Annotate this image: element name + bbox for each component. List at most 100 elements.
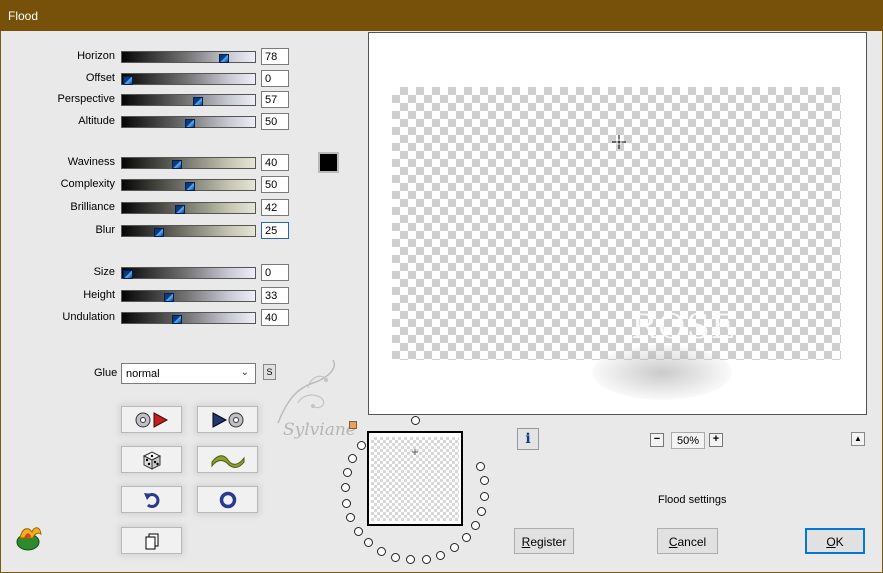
slider-label-blur: Blur [95,224,115,236]
minus-icon: − [653,433,661,445]
dial-dot[interactable] [477,506,487,516]
window-title: Flood [8,9,39,23]
slider-thumb-offset[interactable] [123,76,133,85]
slider-row-horizon: Horizon 78 [0,48,300,66]
slider-row-brilliance: Brilliance 42 [0,199,300,217]
navigator-handle[interactable] [349,421,357,429]
load-preset-button[interactable] [121,406,182,433]
slider-thumb-size[interactable] [123,270,133,279]
slider-thumb-waviness[interactable] [172,160,182,169]
slider-value-perspective[interactable]: 57 [261,91,289,108]
slider-label-undulation: Undulation [62,311,115,323]
randomize-button[interactable] [121,446,182,473]
register-button[interactable]: Register [514,528,574,554]
decorative-swirl-icon [277,359,335,424]
thumbnail-crosshair-icon [412,449,418,455]
slider-track-complexity[interactable] [121,179,256,191]
chevron-up-icon: ▲ [854,434,862,443]
slider-label-perspective: Perspective [57,93,115,105]
slider-thumb-altitude[interactable] [185,119,195,128]
dial-dot[interactable] [376,546,386,556]
color-swatch[interactable] [318,152,339,173]
cancel-button[interactable]: Cancel [657,528,718,554]
slider-row-blur: Blur 25 [0,222,300,240]
slider-thumb-blur[interactable] [154,228,164,237]
dial-dot[interactable] [461,533,471,543]
dial-dot[interactable] [353,526,363,536]
slider-row-size: Size 0 [0,264,300,282]
glue-select[interactable]: normal ⌄ [121,363,256,384]
dial-dot[interactable] [436,550,446,560]
dial-dot[interactable] [341,498,351,508]
dial-dot[interactable] [476,461,486,471]
slider-track-undulation[interactable] [121,312,256,324]
navigator-thumbnail[interactable] [367,431,463,526]
slider-value-size[interactable]: 0 [261,264,289,281]
zoom-in-button[interactable]: + [709,433,723,447]
slider-label-complexity: Complexity [60,178,115,190]
preview-watermark: ROSE [631,307,737,347]
slider-value-undulation[interactable]: 40 [261,309,289,326]
dial-dot[interactable] [364,538,374,548]
dial-dot[interactable] [479,476,489,486]
slider-thumb-height[interactable] [164,293,174,302]
dial-dot[interactable] [421,554,431,564]
dial-dot[interactable] [410,415,420,425]
slider-row-altitude: Altitude 50 [0,113,300,131]
slider-track-waviness[interactable] [121,157,256,169]
slider-label-height: Height [83,289,115,301]
dial-dot[interactable] [406,555,416,565]
zoom-out-button[interactable]: − [650,433,664,447]
slider-label-horizon: Horizon [77,50,115,62]
slider-thumb-complexity[interactable] [185,182,195,191]
dial-dot[interactable] [470,520,480,530]
slider-label-waviness: Waviness [67,156,115,168]
slider-track-perspective[interactable] [121,94,256,106]
slider-track-altitude[interactable] [121,116,256,128]
dial-dot[interactable] [356,440,366,450]
info-button[interactable]: i [517,428,539,450]
slider-track-brilliance[interactable] [121,202,256,214]
slider-value-waviness[interactable]: 40 [261,154,289,171]
dial-dot[interactable] [342,468,352,478]
slider-track-size[interactable] [121,267,256,279]
save-preset-button[interactable] [197,406,258,433]
slider-value-offset[interactable]: 0 [261,70,289,87]
dial-dot[interactable] [449,543,459,553]
reset-button[interactable] [197,486,258,513]
slider-value-complexity[interactable]: 50 [261,176,289,193]
transparency-checkerboard: ROSE [392,87,841,400]
dial-dot[interactable] [348,453,358,463]
slider-thumb-undulation[interactable] [172,315,182,324]
dial-dot[interactable] [480,491,490,501]
watermark-shadow [592,345,732,400]
copy-icon [145,533,158,549]
crosshair-icon [612,135,626,149]
wave-button[interactable] [197,446,258,473]
slider-thumb-horizon[interactable] [219,54,229,63]
slider-label-altitude: Altitude [78,115,115,127]
dial-dot[interactable] [340,483,350,493]
slider-track-height[interactable] [121,290,256,302]
ok-button[interactable]: OK [805,528,865,554]
slider-value-brilliance[interactable]: 42 [261,199,289,216]
slider-thumb-brilliance[interactable] [175,205,185,214]
slider-track-offset[interactable] [121,73,256,85]
undo-button[interactable] [121,486,182,513]
slider-track-horizon[interactable] [121,51,256,63]
slider-value-blur[interactable]: 25 [261,222,289,239]
slider-value-height[interactable]: 33 [261,287,289,304]
slider-thumb-perspective[interactable] [193,97,203,106]
status-text: Flood settings [658,494,727,506]
dial-dot[interactable] [346,513,356,523]
collapse-button[interactable]: ▲ [851,432,865,446]
slider-track-blur[interactable] [121,225,256,237]
glue-selected-value: normal [126,368,160,380]
copy-button[interactable] [121,527,182,554]
info-icon: i [525,431,531,447]
slider-value-horizon[interactable]: 78 [261,48,289,65]
slider-value-altitude[interactable]: 50 [261,113,289,130]
preview-panel[interactable]: ROSE [368,32,867,415]
dial-dot[interactable] [391,552,401,562]
slider-row-waviness: Waviness 40 [0,154,300,172]
